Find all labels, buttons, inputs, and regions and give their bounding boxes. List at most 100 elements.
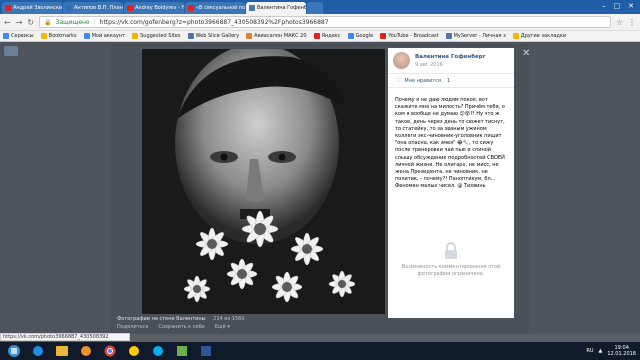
doc-icon (66, 5, 72, 11)
bookmark-label: Авиасалон МАКС 20 (254, 33, 307, 39)
bookmark-icon (187, 33, 194, 39)
photo-counter: 214 из 1560 (213, 316, 245, 322)
bookmark-item[interactable]: Сервисы (3, 33, 34, 39)
back-icon[interactable]: ← (4, 18, 11, 27)
paint-icon[interactable] (172, 344, 192, 358)
bookmark-item[interactable]: YouTube - Broadcast (380, 33, 439, 39)
folder-icon[interactable] (52, 344, 72, 358)
browser-tab[interactable]: Антипов В.П. Планиро (63, 2, 123, 14)
ie-icon[interactable] (28, 344, 48, 358)
media-player-icon[interactable] (76, 344, 96, 358)
youtube-icon (188, 5, 194, 11)
tab-label: «В сексуальной позе ... (196, 5, 245, 11)
close-window-icon[interactable]: ✕ (628, 2, 634, 10)
taskbar (0, 342, 640, 360)
tab-label: Антипов В.П. Планиро (74, 5, 123, 11)
bookmark-item[interactable]: Мой аккаунт (83, 33, 125, 39)
bookmark-item[interactable]: Другие закладки (512, 33, 566, 39)
photo[interactable] (142, 49, 385, 314)
reload-icon[interactable]: ↻ (27, 18, 34, 27)
avatar[interactable] (393, 52, 410, 69)
bookmark-icon (347, 33, 354, 39)
bookmark-icon (40, 33, 47, 39)
bookmark-icon (445, 33, 452, 39)
bookmark-icon (132, 33, 139, 39)
post-text: Почему я не даю людям покоя, вот скажите… (395, 97, 505, 190)
post-date: 9 авг 2016 (415, 61, 443, 68)
bookmark-label: Сервисы (11, 33, 34, 39)
system-tray: RU ▲ 19:04 12.01.2018 (586, 342, 636, 360)
like-label: Мне нравится (404, 77, 442, 84)
new-tab-icon (310, 5, 316, 11)
padlock-icon (444, 242, 458, 260)
bookmark-label: MyServer - Личная з (453, 33, 506, 39)
bookmark-item[interactable]: Авиасалон МАКС 20 (246, 33, 307, 39)
bookmark-label: Яндекс (321, 33, 341, 39)
new-tab-button[interactable] (307, 2, 323, 14)
address-bar: ← → ↻ 🔒 Защищено | https://vk.com/gofenb… (0, 14, 640, 31)
window-controls: – □ ✕ (602, 2, 634, 10)
clock-date: 12.01.2018 (607, 351, 636, 357)
page-background-left (0, 42, 110, 334)
status-bar-url: https://vk.com/photo3966887_430508392 (0, 333, 130, 341)
youtube-icon (5, 5, 11, 11)
tab-label: Andrey Boldyrev - YouTube (135, 5, 184, 11)
vk-logo (4, 46, 18, 56)
tray-icons[interactable]: ▲ (599, 348, 603, 354)
minimize-icon[interactable]: – (602, 2, 606, 10)
save-link[interactable]: Сохранить к себе (158, 323, 204, 331)
bookmark-item[interactable]: Яндекс (313, 33, 341, 39)
bookmark-label: Bookmarks (48, 33, 77, 39)
share-link[interactable]: Поделиться (117, 323, 148, 331)
bookmark-icon (83, 33, 90, 39)
bookmark-icon (246, 33, 253, 39)
word-icon[interactable] (196, 344, 216, 358)
more-link[interactable]: Ещё ▾ (215, 323, 230, 331)
browser-tab[interactable]: Валентина Гофенберг (246, 2, 306, 14)
post-panel: Валентина Гофенберг 9 авг 2016 ♡ Мне нра… (388, 48, 514, 318)
lock-icon: 🔒 (44, 18, 52, 26)
vk-icon (249, 5, 255, 11)
bookmark-icon (512, 33, 519, 39)
bookmarks-bar: Сервисы Bookmarks Мой аккаунт Suggested Sit… (0, 31, 640, 42)
post-header: Валентина Гофенберг 9 авг 2016 (388, 48, 514, 74)
yandex-icon[interactable] (124, 344, 144, 358)
photo-caption: Фотографии на стене Валентины 214 из 156… (117, 315, 387, 331)
language-indicator[interactable]: RU (586, 348, 593, 354)
browser-tab[interactable]: Andrey Boldyrev - YouTube (124, 2, 184, 14)
comments-closed-text: Возможность комментирования этой фотогра… (401, 264, 501, 277)
bookmark-label: YouTube - Broadcast (388, 33, 439, 39)
tab-label: Андрей Зволинский: Истор (13, 5, 62, 11)
close-viewer-icon[interactable]: ✕ (522, 48, 530, 59)
album-title[interactable]: Фотографии на стене Валентины (117, 316, 206, 322)
like-count: 1 (447, 77, 451, 84)
bookmark-item[interactable]: Google (347, 33, 373, 39)
bookmark-label: Suggested Sites (140, 33, 181, 39)
tab-label: Валентина Гофенберг (257, 5, 306, 11)
browser-tab[interactable]: Андрей Зволинский: Истор (2, 2, 62, 14)
browser-tab[interactable]: «В сексуальной позе ... (185, 2, 245, 14)
clock[interactable]: 19:04 12.01.2018 (607, 345, 636, 357)
bookmark-item[interactable]: Web Slice Gallery (187, 33, 240, 39)
start-button[interactable] (4, 344, 24, 358)
star-icon[interactable]: ☆ (616, 18, 623, 27)
more-label: Ещё (214, 324, 226, 330)
url-field[interactable]: 🔒 Защищено | https://vk.com/gofenberg?z=… (39, 16, 611, 28)
heart-icon: ♡ (396, 77, 402, 84)
bookmark-icon (380, 33, 387, 39)
chrome-icon[interactable] (100, 344, 120, 358)
bookmark-icon (3, 33, 9, 39)
bookmark-item[interactable]: MyServer - Личная з (445, 33, 506, 39)
skype-icon[interactable] (148, 344, 168, 358)
bookmark-item[interactable]: Suggested Sites (132, 33, 181, 39)
author-name[interactable]: Валентина Гофенберг (415, 54, 486, 60)
bookmark-item[interactable]: Bookmarks (40, 33, 77, 39)
bookmark-label: Web Slice Gallery (195, 33, 240, 39)
maximize-icon[interactable]: □ (614, 2, 621, 10)
vk-photo-viewer: Фотографии на стене Валентины 214 из 156… (0, 42, 640, 334)
menu-icon[interactable]: ⋮ (628, 18, 636, 27)
page-background-right (530, 42, 640, 334)
forward-icon[interactable]: → (16, 18, 23, 27)
bookmark-icon (313, 33, 320, 39)
like-button[interactable]: ♡ Мне нравится 1 (388, 74, 514, 88)
